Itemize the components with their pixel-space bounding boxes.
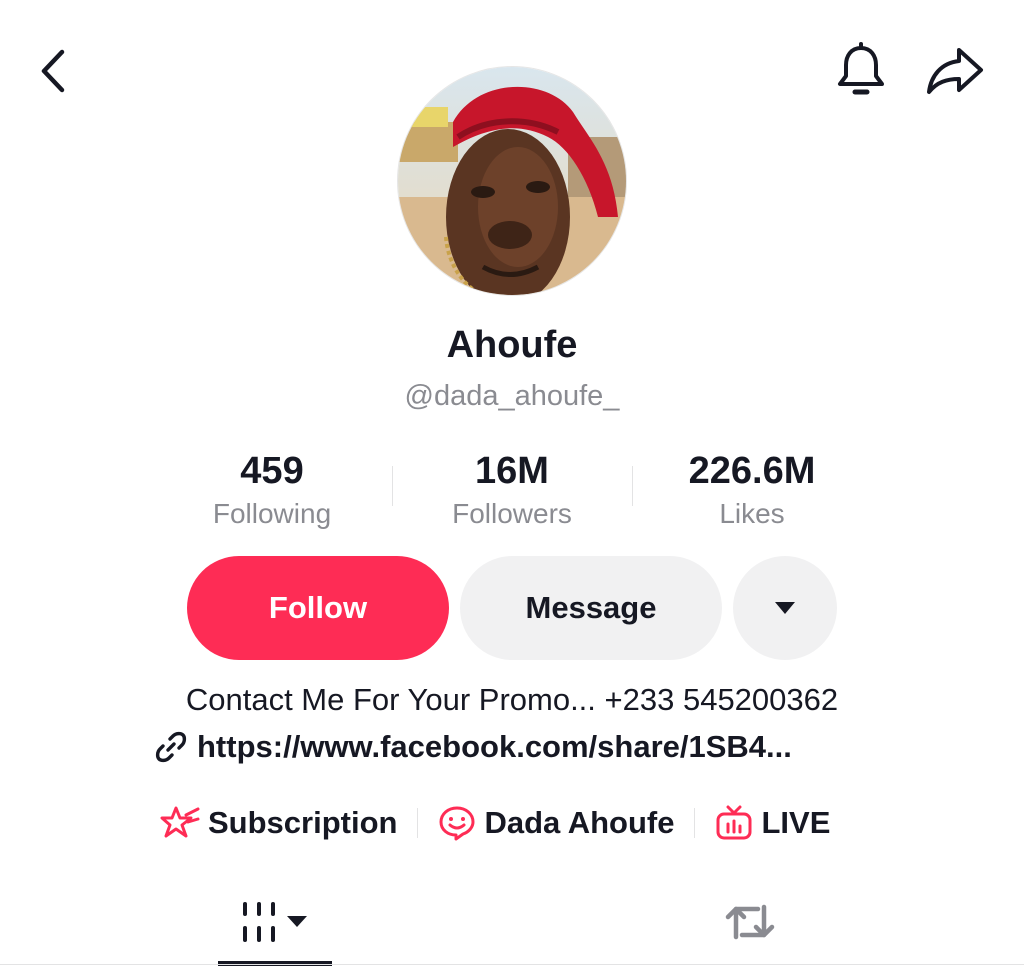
chip-subscription[interactable]: Subscription — [160, 805, 397, 841]
link-icon — [155, 731, 187, 763]
caret-down-icon — [775, 602, 795, 614]
chip-live[interactable]: LIVE — [715, 805, 830, 841]
notification-button[interactable] — [830, 40, 892, 102]
chip-label: LIVE — [761, 805, 831, 840]
display-name: Ahoufe — [446, 324, 578, 366]
tv-icon — [716, 805, 752, 840]
tab-bar-divider — [0, 964, 1024, 965]
chip-divider — [417, 808, 419, 838]
tab-videos[interactable] — [218, 882, 332, 962]
chip-divider — [694, 808, 696, 838]
chip-label: Subscription — [208, 805, 398, 840]
videos-grid-icon — [243, 902, 307, 942]
back-button[interactable] — [26, 44, 80, 98]
bell-icon — [838, 42, 884, 95]
stat-value: 226.6M — [688, 450, 816, 492]
tab-reposts[interactable] — [690, 882, 810, 962]
message-button[interactable]: Message — [460, 556, 722, 660]
stat-label: Following — [212, 498, 332, 529]
profile-chips: Subscription Dada Ahoufe LIVE — [160, 800, 830, 846]
avatar-image — [398, 67, 626, 295]
share-arrow-icon — [927, 48, 983, 94]
share-button[interactable] — [922, 40, 988, 102]
stat-likes[interactable]: 226.6M Likes — [632, 448, 872, 534]
stat-following[interactable]: 459 Following — [152, 448, 392, 534]
chip-label: Dada Ahoufe — [484, 805, 675, 840]
star-badge-icon — [160, 806, 200, 838]
bio-text: Contact Me For Your Promo... +233 545200… — [185, 682, 839, 717]
username: @dada_ahoufe_ — [404, 380, 620, 412]
stat-value: 459 — [240, 450, 304, 492]
profile-avatar[interactable] — [397, 66, 627, 296]
repost-icon — [725, 904, 775, 940]
follow-button[interactable]: Follow — [187, 556, 449, 660]
bio-link-text: https://www.facebook.com/share/1SB4... — [197, 729, 792, 764]
stat-value: 16M — [475, 450, 549, 492]
chevron-left-icon — [41, 49, 65, 93]
bio-link[interactable]: https://www.facebook.com/share/1SB4... — [155, 727, 792, 767]
chat-smile-icon — [439, 806, 475, 841]
stat-followers[interactable]: 16M Followers — [392, 448, 632, 534]
stat-label: Followers — [452, 498, 572, 529]
chip-community[interactable]: Dada Ahoufe — [438, 805, 674, 841]
stat-label: Likes — [719, 498, 785, 529]
more-options-button[interactable] — [733, 556, 837, 660]
